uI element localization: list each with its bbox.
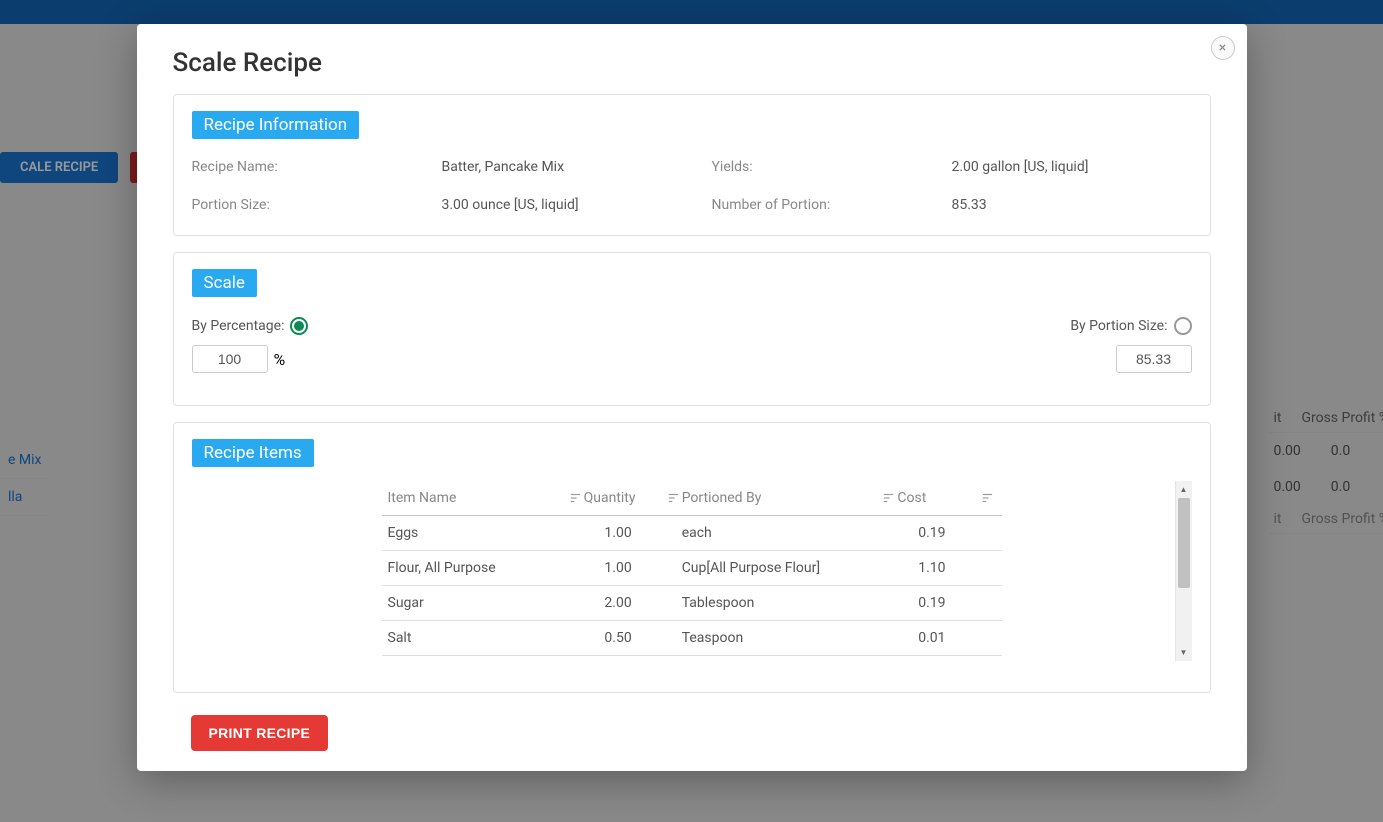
cell-cost: 0.19 (897, 595, 995, 611)
num-portion-value: 85.33 (952, 197, 1192, 213)
table-row[interactable]: Eggs 1.00 each 0.19 (382, 516, 1002, 551)
portion-size-label: Portion Size: (192, 197, 442, 213)
cell-portioned-by: Tablespoon (682, 595, 898, 611)
cell-portioned-by: Cup[All Purpose Flour] (682, 560, 898, 576)
sort-icon[interactable] (980, 490, 996, 506)
col-item-name[interactable]: Item Name (388, 490, 457, 506)
recipe-name-value: Batter, Pancake Mix (442, 159, 712, 175)
percent-symbol: % (274, 350, 286, 369)
by-percentage-label: By Percentage: (192, 318, 285, 334)
col-portioned-by[interactable]: Portioned By (682, 490, 762, 506)
sort-icon[interactable] (881, 490, 897, 506)
scroll-down-icon[interactable]: ▼ (1176, 644, 1192, 661)
recipe-name-label: Recipe Name: (192, 159, 442, 175)
scale-heading: Scale (192, 269, 257, 297)
print-recipe-button[interactable]: PRINT RECIPE (191, 715, 329, 751)
scroll-up-icon[interactable]: ▲ (1176, 481, 1192, 498)
cell-item-name: Flour, All Purpose (388, 560, 584, 576)
table-row[interactable]: Sugar 2.00 Tablespoon 0.19 (382, 586, 1002, 621)
table-row[interactable]: Salt 0.50 Teaspoon 0.01 (382, 621, 1002, 656)
close-button[interactable]: × (1211, 36, 1235, 60)
col-cost[interactable]: Cost (897, 490, 926, 506)
cell-cost: 1.10 (897, 560, 995, 576)
cell-quantity: 1.00 (584, 525, 682, 541)
table-row[interactable]: Flour, All Purpose 1.00 Cup[All Purpose … (382, 551, 1002, 586)
scale-recipe-modal: × Scale Recipe Recipe Information Recipe… (137, 24, 1247, 771)
scale-panel: Scale By Percentage: % By Portion Size: (173, 252, 1211, 406)
by-percentage-radio[interactable] (290, 317, 308, 335)
cell-cost: 0.01 (897, 630, 995, 646)
recipe-information-panel: Recipe Information Recipe Name: Batter, … (173, 94, 1211, 236)
by-portion-size-radio[interactable] (1174, 317, 1192, 335)
sort-icon[interactable] (568, 490, 584, 506)
bg-link-lla[interactable]: lla (0, 479, 49, 516)
cell-cost: 0.19 (897, 525, 995, 541)
bg-table-fragment: it Gross Profit % 0.00 0.0 0.00 0.0 it G… (1269, 404, 1383, 534)
items-header-row: Item Name Quantity Portioned By Cost (382, 481, 1002, 516)
sort-icon[interactable] (666, 490, 682, 506)
cell-portioned-by: Teaspoon (682, 630, 898, 646)
cell-item-name: Salt (388, 630, 584, 646)
portion-size-value: 3.00 ounce [US, liquid] (442, 197, 712, 213)
bg-recipe-links: e Mix lla (0, 442, 49, 516)
modal-title: Scale Recipe (173, 48, 1211, 78)
col-quantity[interactable]: Quantity (584, 490, 636, 506)
yields-label: Yields: (712, 159, 952, 175)
close-icon: × (1219, 40, 1226, 56)
bg-link-mix[interactable]: e Mix (0, 442, 49, 479)
by-portion-size-label: By Portion Size: (1070, 318, 1167, 334)
percentage-input[interactable] (192, 345, 268, 373)
recipe-items-heading: Recipe Items (192, 439, 314, 467)
cell-portioned-by: each (682, 525, 898, 541)
scroll-thumb[interactable] (1178, 498, 1190, 588)
cell-quantity: 2.00 (584, 595, 682, 611)
items-scrollbar[interactable]: ▲ ▼ (1175, 481, 1192, 661)
top-nav-bar (0, 0, 1383, 24)
bg-scale-recipe-button[interactable]: CALE RECIPE (0, 152, 118, 183)
num-portion-label: Number of Portion: (712, 197, 952, 213)
portion-size-input[interactable] (1116, 345, 1192, 373)
recipe-items-panel: Recipe Items Item Name Quantity Portione… (173, 422, 1211, 693)
cell-item-name: Sugar (388, 595, 584, 611)
cell-quantity: 1.00 (584, 560, 682, 576)
recipe-information-heading: Recipe Information (192, 111, 360, 139)
cell-item-name: Eggs (388, 525, 584, 541)
yields-value: 2.00 gallon [US, liquid] (952, 159, 1192, 175)
cell-quantity: 0.50 (584, 630, 682, 646)
